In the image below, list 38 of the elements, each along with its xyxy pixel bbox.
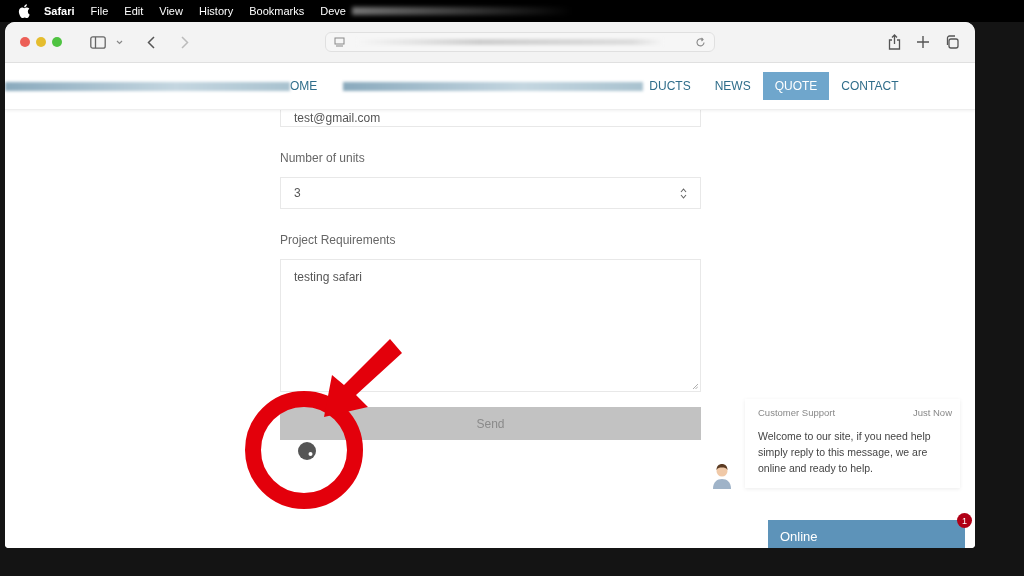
- page-icon: [334, 36, 345, 48]
- back-icon[interactable]: [147, 35, 155, 49]
- menu-item[interactable]: View: [159, 5, 183, 17]
- number-field[interactable]: 3: [280, 177, 701, 209]
- chevron-down-icon[interactable]: [116, 39, 123, 45]
- menu-item[interactable]: File: [90, 5, 109, 17]
- email-field[interactable]: test@gmail.com: [280, 110, 701, 127]
- minimize-button[interactable]: [36, 37, 46, 47]
- avatar-icon: [711, 463, 733, 489]
- nav-link[interactable]: CONTACT: [829, 72, 911, 100]
- plus-icon[interactable]: [917, 36, 929, 48]
- nav-link[interactable]: DUCTS: [637, 72, 703, 100]
- zoom-button[interactable]: [52, 37, 62, 47]
- menu-item[interactable]: Bookmarks: [249, 5, 305, 17]
- close-button[interactable]: [20, 37, 30, 47]
- nav-link[interactable]: OME: [290, 72, 330, 100]
- sidebar-icon[interactable]: [90, 35, 106, 49]
- field-label: Project Requirements: [280, 233, 397, 247]
- forward-icon[interactable]: [181, 35, 189, 49]
- chat-status: Online: [780, 528, 818, 544]
- apple-logo-icon[interactable]: [18, 4, 30, 18]
- chat-message: Welcome to our site, if you need help simply reply to this message, we are online and ready to help.: [758, 429, 932, 476]
- menu-item[interactable]: Safari: [44, 5, 75, 17]
- field-label: Number of units: [280, 151, 366, 165]
- text-area[interactable]: testing safari: [280, 259, 701, 392]
- share-icon[interactable]: [888, 34, 901, 50]
- tabs-icon[interactable]: [945, 35, 959, 49]
- menu-item[interactable]: History: [198, 5, 234, 17]
- menu-item[interactable]: Deve: [320, 5, 346, 17]
- reload-icon[interactable]: [695, 36, 706, 48]
- resize-grip-icon[interactable]: [692, 383, 698, 389]
- stepper-icon[interactable]: [680, 187, 687, 199]
- notification-badge: 1: [957, 513, 972, 528]
- chat-sender: Customer Support: [758, 407, 836, 418]
- nav-link[interactable]: NEWS: [702, 72, 763, 100]
- chat-time: Just Now: [912, 407, 952, 418]
- menu-item[interactable]: Edit: [124, 5, 144, 17]
- loading-spinner-icon: [298, 442, 316, 460]
